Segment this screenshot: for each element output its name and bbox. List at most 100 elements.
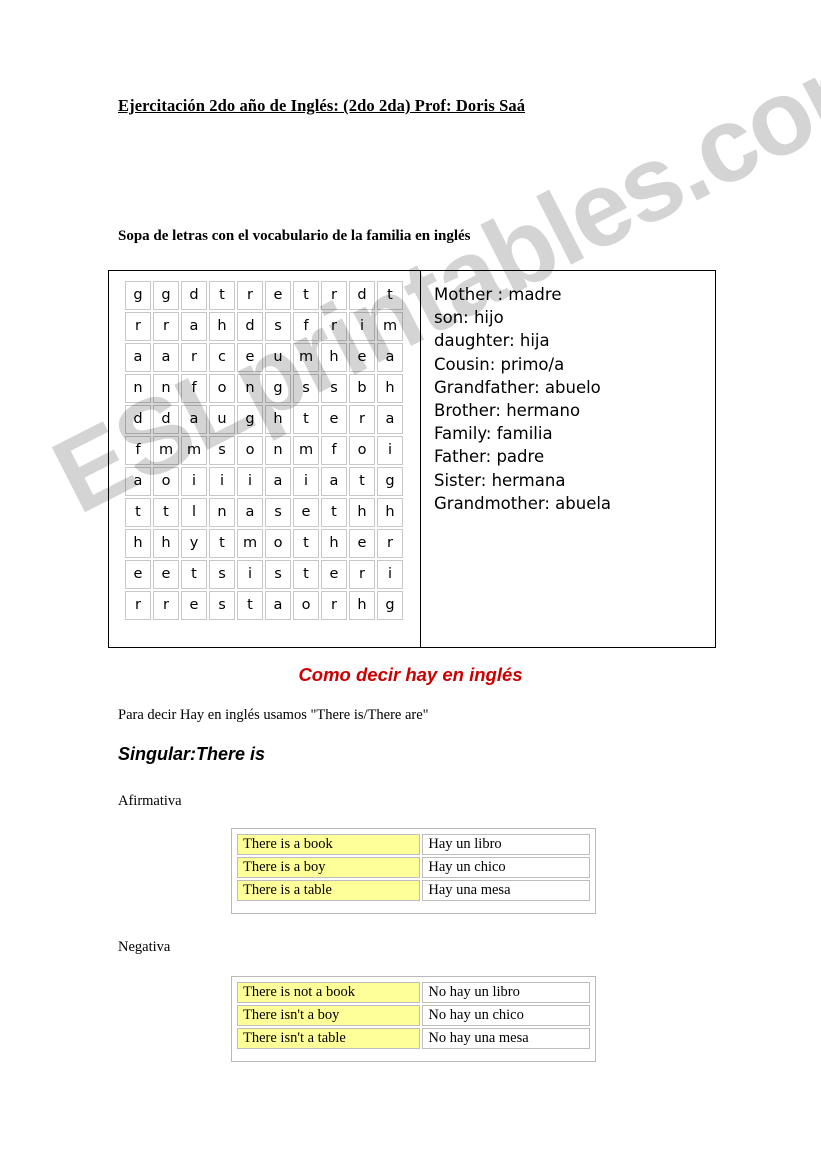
word-search-cell[interactable]: m	[237, 529, 263, 558]
word-search-cell[interactable]: r	[321, 591, 347, 620]
word-search-cell[interactable]: a	[125, 343, 151, 372]
word-search-cell[interactable]: r	[237, 281, 263, 310]
word-search-cell[interactable]: s	[209, 560, 235, 589]
word-search-cell[interactable]: h	[377, 374, 403, 403]
word-search-cell[interactable]: t	[209, 529, 235, 558]
word-search-cell[interactable]: g	[237, 405, 263, 434]
word-search-cell[interactable]: f	[293, 312, 319, 341]
word-search-cell[interactable]: b	[349, 374, 375, 403]
word-search-cell[interactable]: a	[265, 591, 291, 620]
word-search-cell[interactable]: d	[237, 312, 263, 341]
word-search-cell[interactable]: c	[209, 343, 235, 372]
word-search-cell[interactable]: e	[181, 591, 207, 620]
word-search-cell[interactable]: i	[209, 467, 235, 496]
word-search-cell[interactable]: f	[125, 436, 151, 465]
word-search-cell[interactable]: t	[293, 405, 319, 434]
word-search-cell[interactable]: m	[293, 436, 319, 465]
word-search-cell[interactable]: a	[321, 467, 347, 496]
word-search-cell[interactable]: d	[181, 281, 207, 310]
word-search-cell[interactable]: m	[293, 343, 319, 372]
word-search-cell[interactable]: r	[153, 591, 179, 620]
word-search-cell[interactable]: e	[349, 529, 375, 558]
word-search-cell[interactable]: h	[377, 498, 403, 527]
word-search-cell[interactable]: s	[265, 560, 291, 589]
word-search-cell[interactable]: g	[377, 591, 403, 620]
word-search-cell[interactable]: g	[265, 374, 291, 403]
word-search-cell[interactable]: t	[209, 281, 235, 310]
word-search-cell[interactable]: i	[181, 467, 207, 496]
word-search-cell[interactable]: s	[209, 436, 235, 465]
word-search-cell[interactable]: n	[125, 374, 151, 403]
word-search-cell[interactable]: a	[153, 343, 179, 372]
word-search-cell[interactable]: t	[153, 498, 179, 527]
word-search-cell[interactable]: s	[293, 374, 319, 403]
word-search-cell[interactable]: t	[349, 467, 375, 496]
word-search-cell[interactable]: h	[153, 529, 179, 558]
word-search-cell[interactable]: f	[181, 374, 207, 403]
word-search-cell[interactable]: a	[237, 498, 263, 527]
word-search-cell[interactable]: e	[321, 405, 347, 434]
word-search-cell[interactable]: g	[153, 281, 179, 310]
word-search-cell[interactable]: o	[237, 436, 263, 465]
word-search-cell[interactable]: h	[125, 529, 151, 558]
word-search-cell[interactable]: d	[349, 281, 375, 310]
word-search-cell[interactable]: e	[349, 343, 375, 372]
word-search-cell[interactable]: o	[153, 467, 179, 496]
word-search-cell[interactable]: h	[349, 498, 375, 527]
word-search-cell[interactable]: t	[321, 498, 347, 527]
word-search-cell[interactable]: r	[125, 591, 151, 620]
word-search-cell[interactable]: d	[153, 405, 179, 434]
word-search-cell[interactable]: r	[377, 529, 403, 558]
word-search-cell[interactable]: u	[209, 405, 235, 434]
word-search-cell[interactable]: o	[265, 529, 291, 558]
word-search-cell[interactable]: r	[321, 281, 347, 310]
word-search-cell[interactable]: h	[265, 405, 291, 434]
word-search-cell[interactable]: a	[181, 312, 207, 341]
word-search-cell[interactable]: r	[349, 560, 375, 589]
word-search-cell[interactable]: m	[153, 436, 179, 465]
word-search-cell[interactable]: a	[377, 343, 403, 372]
word-search-cell[interactable]: g	[377, 467, 403, 496]
word-search-cell[interactable]: o	[349, 436, 375, 465]
word-search-cell[interactable]: a	[377, 405, 403, 434]
word-search-cell[interactable]: r	[321, 312, 347, 341]
word-search-cell[interactable]: i	[237, 560, 263, 589]
word-search-cell[interactable]: h	[349, 591, 375, 620]
word-search-cell[interactable]: i	[293, 467, 319, 496]
word-search-cell[interactable]: r	[125, 312, 151, 341]
word-search-cell[interactable]: n	[153, 374, 179, 403]
word-search-cell[interactable]: s	[321, 374, 347, 403]
word-search-cell[interactable]: e	[293, 498, 319, 527]
word-search-cell[interactable]: i	[237, 467, 263, 496]
word-search-cell[interactable]: t	[293, 281, 319, 310]
word-search-cell[interactable]: i	[377, 560, 403, 589]
word-search-cell[interactable]: e	[237, 343, 263, 372]
word-search-cell[interactable]: e	[321, 560, 347, 589]
word-search-cell[interactable]: l	[181, 498, 207, 527]
word-search-cell[interactable]: s	[209, 591, 235, 620]
word-search-cell[interactable]: n	[237, 374, 263, 403]
word-search-cell[interactable]: n	[265, 436, 291, 465]
word-search-cell[interactable]: t	[237, 591, 263, 620]
word-search-cell[interactable]: s	[265, 312, 291, 341]
word-search-cell[interactable]: i	[349, 312, 375, 341]
word-search-cell[interactable]: r	[349, 405, 375, 434]
word-search-cell[interactable]: f	[321, 436, 347, 465]
word-search-cell[interactable]: n	[209, 498, 235, 527]
word-search-cell[interactable]: h	[321, 529, 347, 558]
word-search-cell[interactable]: u	[265, 343, 291, 372]
word-search-cell[interactable]: a	[125, 467, 151, 496]
word-search-cell[interactable]: t	[293, 560, 319, 589]
word-search-cell[interactable]: d	[125, 405, 151, 434]
word-search-cell[interactable]: e	[153, 560, 179, 589]
word-search-cell[interactable]: t	[125, 498, 151, 527]
word-search-cell[interactable]: e	[125, 560, 151, 589]
word-search-cell[interactable]: m	[181, 436, 207, 465]
word-search-cell[interactable]: o	[209, 374, 235, 403]
word-search-cell[interactable]: a	[181, 405, 207, 434]
word-search-cell[interactable]: t	[293, 529, 319, 558]
word-search-cell[interactable]: r	[153, 312, 179, 341]
word-search-cell[interactable]: y	[181, 529, 207, 558]
word-search-cell[interactable]: t	[377, 281, 403, 310]
word-search-cell[interactable]: o	[293, 591, 319, 620]
